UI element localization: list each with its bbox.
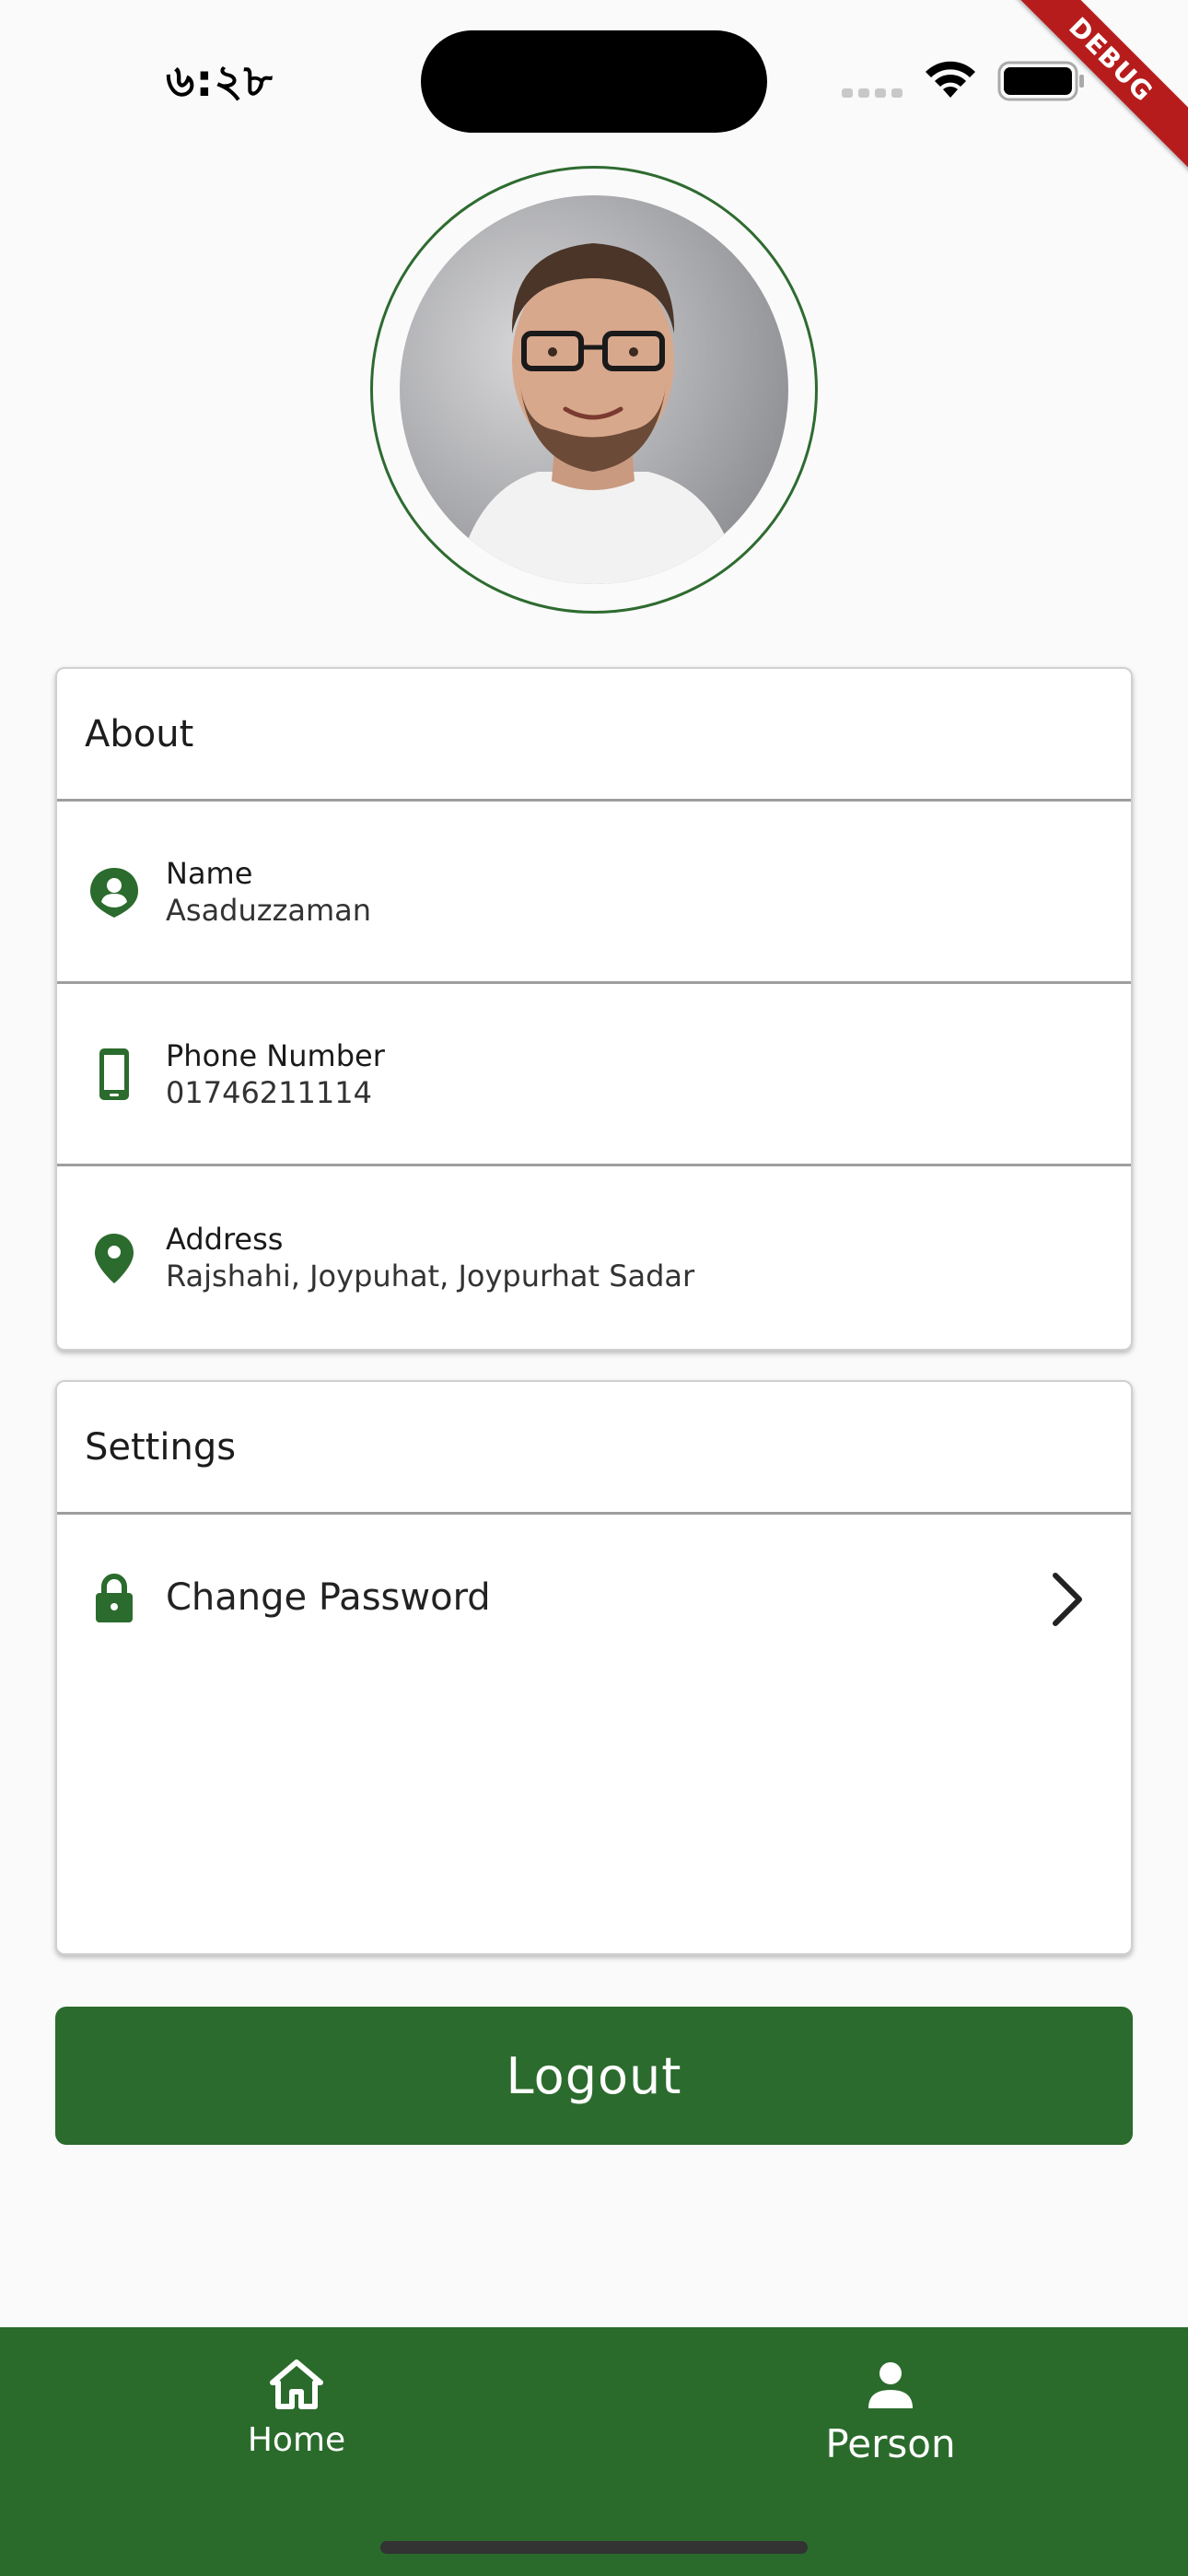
- avatar[interactable]: [400, 195, 788, 584]
- chevron-right-icon: [1053, 1573, 1082, 1626]
- location-pin-icon: [95, 1234, 134, 1283]
- dynamic-island: [421, 30, 767, 133]
- nav-item-home[interactable]: Home: [204, 2355, 389, 2459]
- phone-icon: [99, 1048, 129, 1100]
- home-indicator: [380, 2541, 808, 2554]
- about-row-name: Name Asaduzzaman: [57, 802, 1131, 984]
- person-icon: [868, 2362, 913, 2408]
- about-title: About: [57, 669, 1131, 802]
- person-pin-icon: [90, 867, 138, 918]
- phone-value: 01746211114: [166, 1074, 372, 1110]
- debug-label: DEBUG: [1004, 0, 1188, 173]
- nav-item-person[interactable]: Person: [798, 2355, 983, 2466]
- avatar-photo: [400, 195, 788, 584]
- about-card: About Name Asaduzzaman Phone Number 0174…: [55, 667, 1133, 1351]
- wifi-icon: [926, 61, 975, 98]
- name-label: Name: [166, 855, 253, 891]
- bottom-nav: Home Person: [0, 2327, 1188, 2576]
- home-icon: [270, 2359, 323, 2409]
- cellular-signal-icon: [842, 88, 903, 98]
- status-time: ৬:২৮: [166, 55, 274, 107]
- nav-label-home: Home: [247, 2421, 346, 2459]
- settings-title: Settings: [57, 1382, 1131, 1515]
- address-label: Address: [166, 1222, 284, 1257]
- settings-card: Settings Change Password: [55, 1380, 1133, 1955]
- change-password-label: Change Password: [166, 1576, 491, 1619]
- logout-button[interactable]: Logout: [55, 2007, 1133, 2145]
- status-bar: ৬:২৮ DEBUG: [0, 0, 1188, 173]
- phone-label: Phone Number: [166, 1037, 385, 1073]
- address-value: Rajshahi, Joypuhat, Joypurhat Sadar: [166, 1259, 695, 1294]
- about-row-phone: Phone Number 01746211114: [57, 984, 1131, 1166]
- about-row-address: Address Rajshahi, Joypuhat, Joypurhat Sa…: [57, 1166, 1131, 1349]
- lock-icon: [96, 1574, 133, 1622]
- debug-banner: DEBUG: [1004, 0, 1188, 184]
- change-password-row[interactable]: Change Password: [57, 1515, 1131, 1680]
- nav-label-person: Person: [825, 2421, 956, 2466]
- name-value: Asaduzzaman: [166, 892, 372, 928]
